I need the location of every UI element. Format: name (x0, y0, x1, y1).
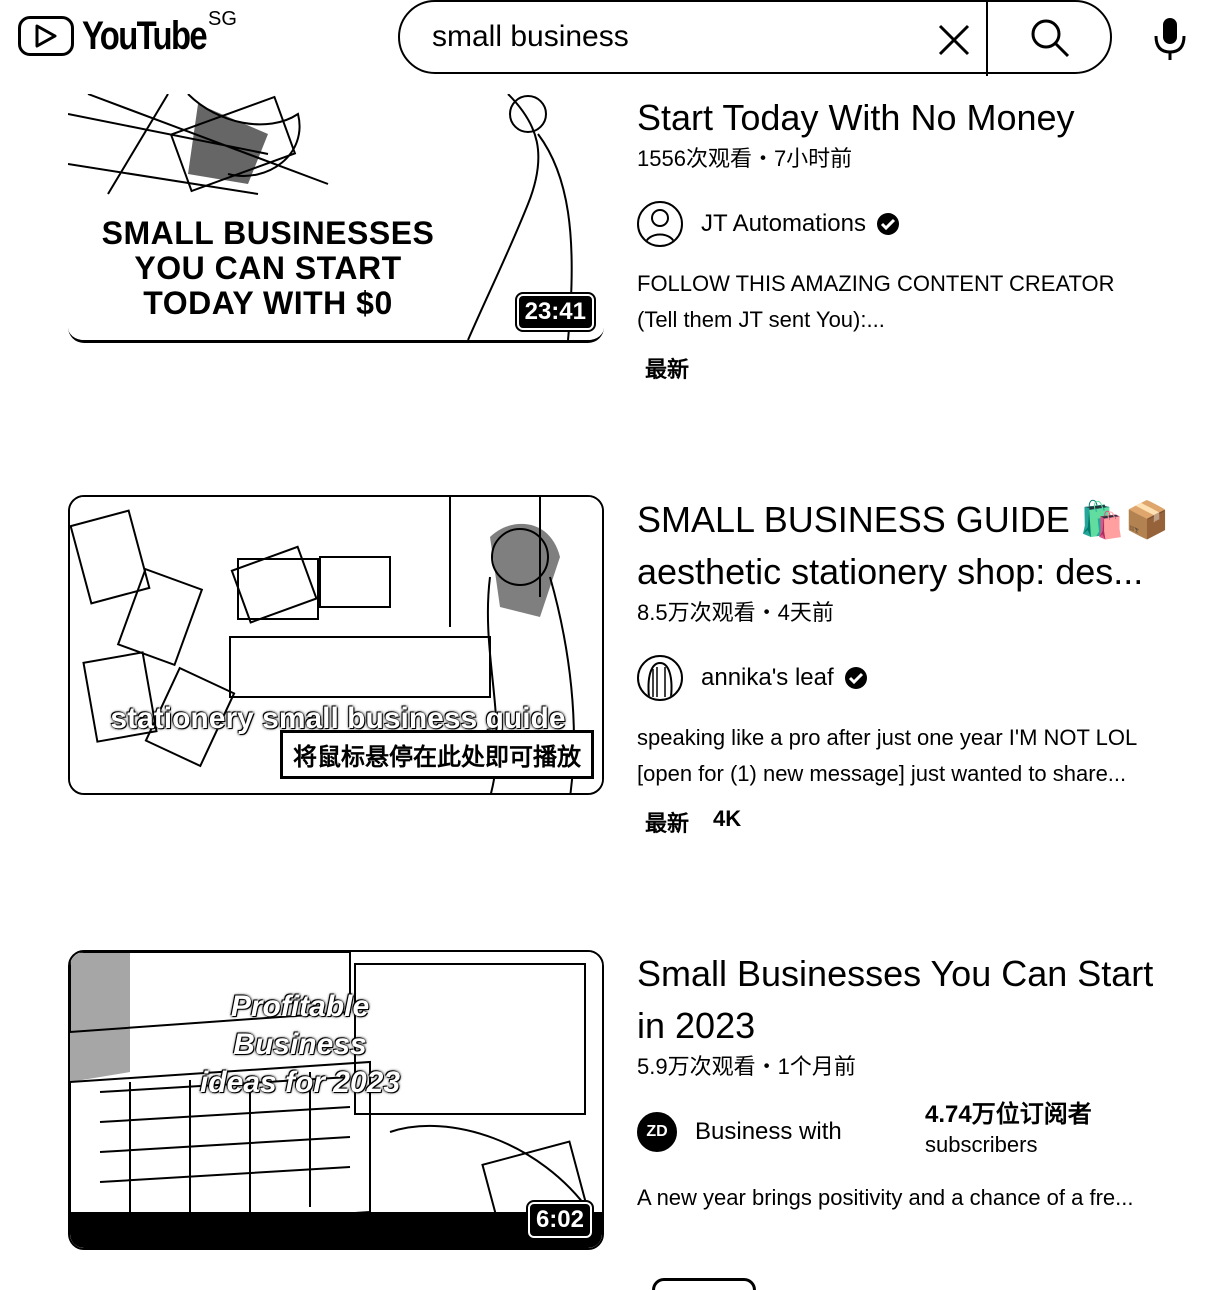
video-info: Start Today With No Money 1556次观看・7小时前 J… (637, 92, 1182, 384)
channel-row[interactable]: ZD Business with 4.74万位订阅者 subscribers (637, 1101, 1182, 1157)
video-description: speaking like a pro after just one year … (637, 725, 1138, 786)
video-thumbnail[interactable]: stationery small business guide 将鼠标悬停在此处… (68, 495, 604, 795)
channel-row[interactable]: JT Automations (637, 200, 1182, 248)
verified-icon (844, 667, 867, 689)
video-info: SMALL BUSINESS GUIDE 🛍️📦 aesthetic stati… (637, 494, 1182, 838)
video-meta: 8.5万次观看・4天前 (637, 600, 834, 625)
video-meta: 1556次观看・7小时前 (637, 146, 853, 171)
video-title[interactable]: SMALL BUSINESS GUIDE 🛍️📦 aesthetic stati… (637, 494, 1182, 598)
search-box[interactable]: small business (398, 0, 1112, 76)
video-thumbnail[interactable]: Profitable Business ideas for 2023 6:02 (68, 950, 604, 1250)
4k-badge: 4K (713, 806, 742, 831)
channel-name[interactable]: Business with (695, 1118, 842, 1146)
thumbnail-caption: Profitable Business ideas for 2023 (199, 990, 401, 1099)
region-label: SG (208, 8, 237, 30)
video-info: Small Businesses You Can Start in 2023 5… (637, 948, 1182, 1216)
subscriber-count: 4.74万位订阅者 subscribers (925, 1101, 1092, 1157)
channel-name[interactable]: annika's leaf (701, 664, 834, 692)
video-title[interactable]: Small Businesses You Can Start in 2023 (637, 948, 1182, 1052)
youtube-logo[interactable]: YouTube (18, 14, 233, 58)
new-badge: 最新 (645, 357, 690, 382)
badge-row: 最新 (637, 352, 1182, 384)
microphone-icon (1154, 18, 1186, 60)
channel-avatar[interactable] (637, 201, 683, 247)
verified-icon (876, 213, 899, 235)
close-icon (938, 24, 970, 56)
thumbnail-caption: SMALL BUSINESSES YOU CAN START TODAY WIT… (101, 215, 435, 321)
channel-avatar[interactable] (637, 655, 683, 701)
new-badge: 最新 (645, 811, 690, 836)
video-description: FOLLOW THIS AMAZING CONTENT CREATOR (Tel… (637, 271, 1115, 332)
play-icon (18, 16, 74, 56)
hover-to-play-hint: 将鼠标悬停在此处即可播放 (280, 730, 594, 779)
video-thumbnail[interactable]: SMALL BUSINESSES YOU CAN START TODAY WIT… (68, 94, 604, 343)
clear-search-button[interactable] (934, 20, 974, 60)
video-meta: 5.9万次观看・1个月前 (637, 1054, 856, 1079)
badge-row: 最新 4K (637, 806, 1182, 838)
duration-badge: 6:02 (527, 1202, 592, 1238)
next-item-avatar[interactable] (652, 1278, 756, 1290)
video-title[interactable]: Start Today With No Money (637, 92, 1182, 144)
channel-name[interactable]: JT Automations (701, 210, 866, 238)
top-bar: YouTube SG small business (0, 0, 1206, 86)
video-description: A new year brings positivity and a chanc… (637, 1185, 1134, 1210)
duration-badge: 23:41 (516, 294, 594, 330)
channel-avatar[interactable]: ZD (637, 1112, 677, 1152)
logo-text: YouTube (82, 14, 208, 58)
voice-search-button[interactable] (1150, 14, 1190, 62)
search-divider (986, 2, 988, 76)
search-button[interactable] (1028, 16, 1072, 60)
channel-row[interactable]: annika's leaf (637, 654, 1182, 702)
search-input[interactable]: small business (432, 20, 629, 54)
search-icon (1031, 19, 1070, 58)
